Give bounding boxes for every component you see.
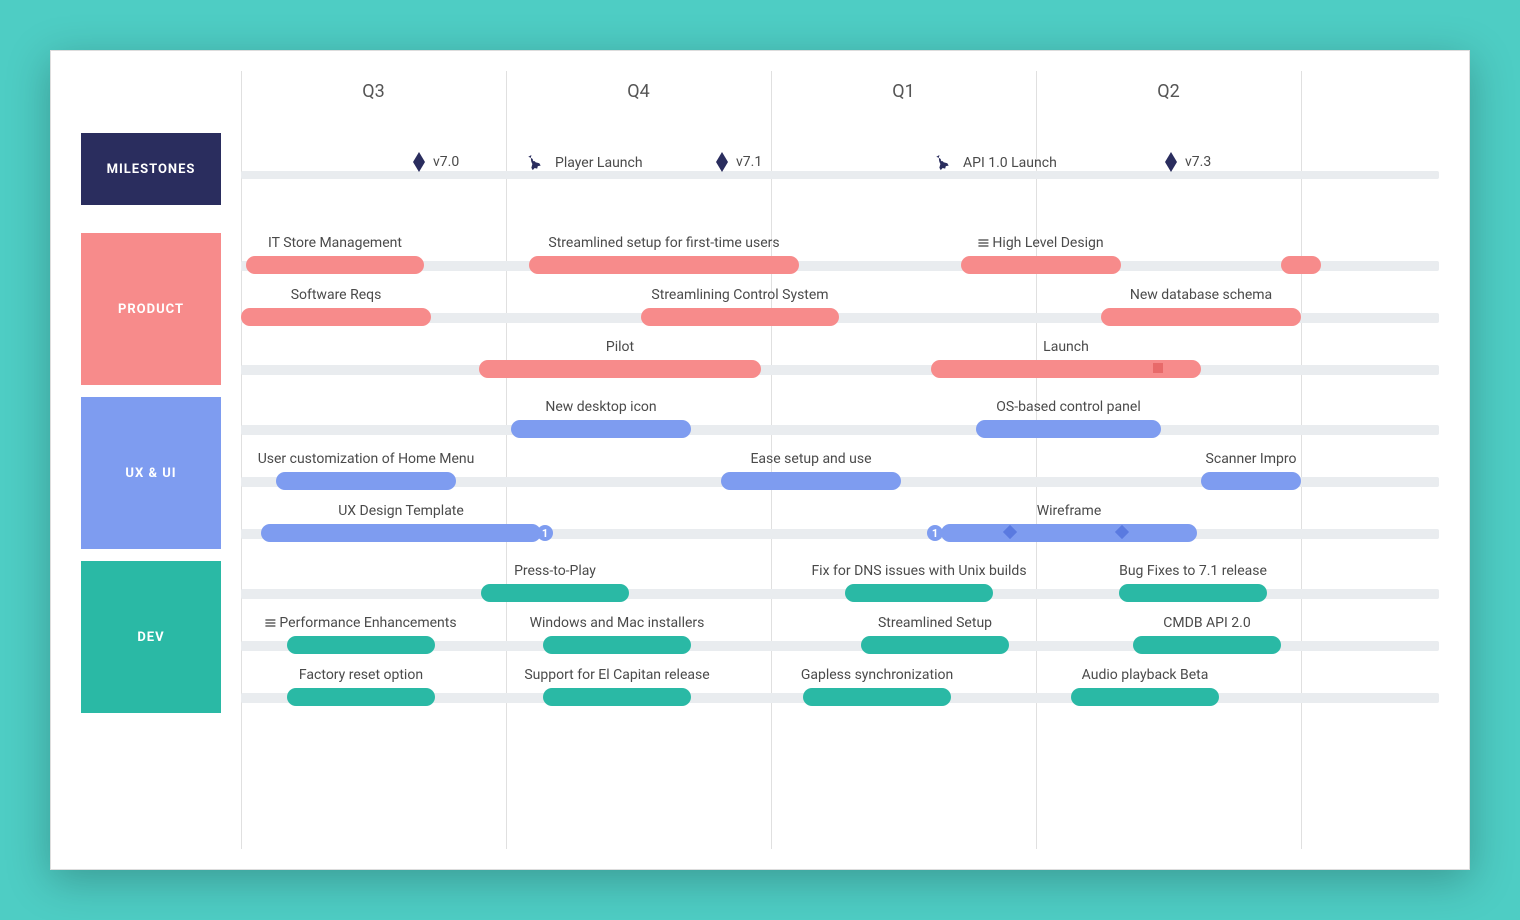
task-bar[interactable] <box>276 472 456 490</box>
task-label: Streamlined Setup <box>878 615 992 631</box>
milestone-api-1-0-launch[interactable]: API 1.0 Launch <box>933 152 1057 174</box>
task-bar[interactable] <box>246 256 424 274</box>
task-bar[interactable] <box>481 584 629 602</box>
task-bar[interactable] <box>1071 688 1219 706</box>
timeline-header: Q3 Q4 Q1 Q2 <box>241 71 1439 121</box>
task-bar[interactable] <box>861 636 1009 654</box>
diamond-icon <box>1165 152 1177 172</box>
task-label: High Level Design <box>978 235 1103 251</box>
task-label: New database schema <box>1130 287 1272 303</box>
diamond-icon <box>413 152 425 172</box>
task-bar[interactable] <box>641 308 839 326</box>
task-bar[interactable] <box>721 472 901 490</box>
list-icon <box>978 238 988 248</box>
comment-badge[interactable]: 1 <box>927 525 943 541</box>
milestone-label: v7.1 <box>736 154 762 170</box>
task-bar[interactable] <box>845 584 993 602</box>
task-bar[interactable] <box>1201 472 1301 490</box>
quarter-label: Q4 <box>506 81 771 102</box>
task-bar[interactable] <box>261 524 541 542</box>
lanes-container: v7.0Player Launchv7.1API 1.0 Launchv7.3 … <box>241 121 1439 849</box>
milestone-player-launch[interactable]: Player Launch <box>525 152 643 174</box>
dev-row-3: Factory reset option Support for El Capit… <box>241 669 1439 711</box>
rocket-icon <box>929 148 959 178</box>
task-bar[interactable] <box>543 688 691 706</box>
milestone-v7-1[interactable]: v7.1 <box>716 152 762 172</box>
uxui-row-1: New desktop icon OS-based control panel <box>241 401 1439 443</box>
uxui-row-2: User customization of Home Menu Ease setu… <box>241 453 1439 495</box>
milestone-v7-3[interactable]: v7.3 <box>1165 152 1211 172</box>
product-row-3: Pilot Launch <box>241 341 1439 383</box>
task-label: Bug Fixes to 7.1 release <box>1119 563 1267 579</box>
milestone-label: Player Launch <box>555 155 643 171</box>
task-bar[interactable] <box>941 524 1197 542</box>
roadmap-frame: Q3 Q4 Q1 Q2 MILESTONES PRODUCT UX & UI D… <box>50 50 1470 870</box>
task-bar[interactable] <box>511 420 691 438</box>
task-label: Pilot <box>606 339 634 355</box>
task-bar[interactable] <box>529 256 799 274</box>
milestones-row: v7.0 Player Launch v7.1 API 1.0 Launch v7.3 <box>241 149 1439 191</box>
comment-badge[interactable]: 1 <box>537 525 553 541</box>
task-bar[interactable] <box>961 256 1121 274</box>
list-icon <box>265 618 275 628</box>
task-label: User customization of Home Menu <box>258 451 475 467</box>
task-label: Factory reset option <box>299 667 423 683</box>
milestone-v7-0[interactable]: v7.0 <box>413 152 459 172</box>
task-label: Software Reqs <box>291 287 382 303</box>
task-label: Scanner Impro <box>1206 451 1297 467</box>
task-bar[interactable] <box>543 636 691 654</box>
task-bar[interactable] <box>1101 308 1301 326</box>
product-row-1: IT Store Management Streamlined setup for… <box>241 237 1439 279</box>
task-bar[interactable] <box>287 636 435 654</box>
row-track <box>241 171 1439 179</box>
lane-product[interactable]: PRODUCT <box>81 233 221 385</box>
task-label: Fix for DNS issues with Unix builds <box>811 563 1026 579</box>
task-bar[interactable] <box>1133 636 1281 654</box>
quarter-label: Q2 <box>1036 81 1301 102</box>
lane-milestones[interactable]: MILESTONES <box>81 133 221 205</box>
task-bar[interactable] <box>479 360 761 378</box>
checkpoint-diamond-icon <box>1115 525 1129 539</box>
dev-row-1: Press-to-Play Fix for DNS issues with Uni… <box>241 565 1439 607</box>
task-bar[interactable] <box>803 688 951 706</box>
task-label: Wireframe <box>1037 503 1102 519</box>
task-label: Streamlined setup for first-time users <box>548 235 779 251</box>
task-label: Press-to-Play <box>514 563 596 579</box>
dev-row-2: Performance Enhancements Windows and Mac … <box>241 617 1439 659</box>
task-label: Windows and Mac installers <box>530 615 705 631</box>
checkpoint-diamond-icon <box>1003 525 1017 539</box>
task-label: Ease setup and use <box>750 451 871 467</box>
task-label: Support for El Capitan release <box>524 667 709 683</box>
task-label: Audio playback Beta <box>1082 667 1209 683</box>
quarter-label: Q1 <box>771 81 1036 102</box>
milestone-label: v7.0 <box>433 154 459 170</box>
task-bar[interactable] <box>241 308 431 326</box>
task-bar[interactable] <box>1119 584 1267 602</box>
lane-dev[interactable]: DEV <box>81 561 221 713</box>
task-label: Streamlining Control System <box>651 287 828 303</box>
task-label: Performance Enhancements <box>265 615 456 631</box>
task-bar[interactable] <box>976 420 1161 438</box>
task-label: CMDB API 2.0 <box>1163 615 1250 631</box>
task-label: UX Design Template <box>338 503 464 519</box>
uxui-row-3: UX Design Template 1 Wireframe 1 <box>241 505 1439 547</box>
task-label: Launch <box>1043 339 1089 355</box>
roadmap-chart: Q3 Q4 Q1 Q2 MILESTONES PRODUCT UX & UI D… <box>81 71 1439 849</box>
quarter-label: Q3 <box>241 81 506 102</box>
task-label: IT Store Management <box>268 235 402 251</box>
lane-uxui[interactable]: UX & UI <box>81 397 221 549</box>
task-bar[interactable] <box>287 688 435 706</box>
task-bar[interactable] <box>1281 256 1321 274</box>
task-label: New desktop icon <box>545 399 656 415</box>
product-row-2: Software Reqs Streamlining Control System… <box>241 289 1439 331</box>
square-marker-icon <box>1153 363 1163 373</box>
milestone-label: v7.3 <box>1185 154 1211 170</box>
task-label: OS-based control panel <box>996 399 1140 415</box>
diamond-icon <box>716 152 728 172</box>
task-label: Gapless synchronization <box>801 667 953 683</box>
milestone-label: API 1.0 Launch <box>963 155 1057 171</box>
rocket-icon <box>521 148 551 178</box>
